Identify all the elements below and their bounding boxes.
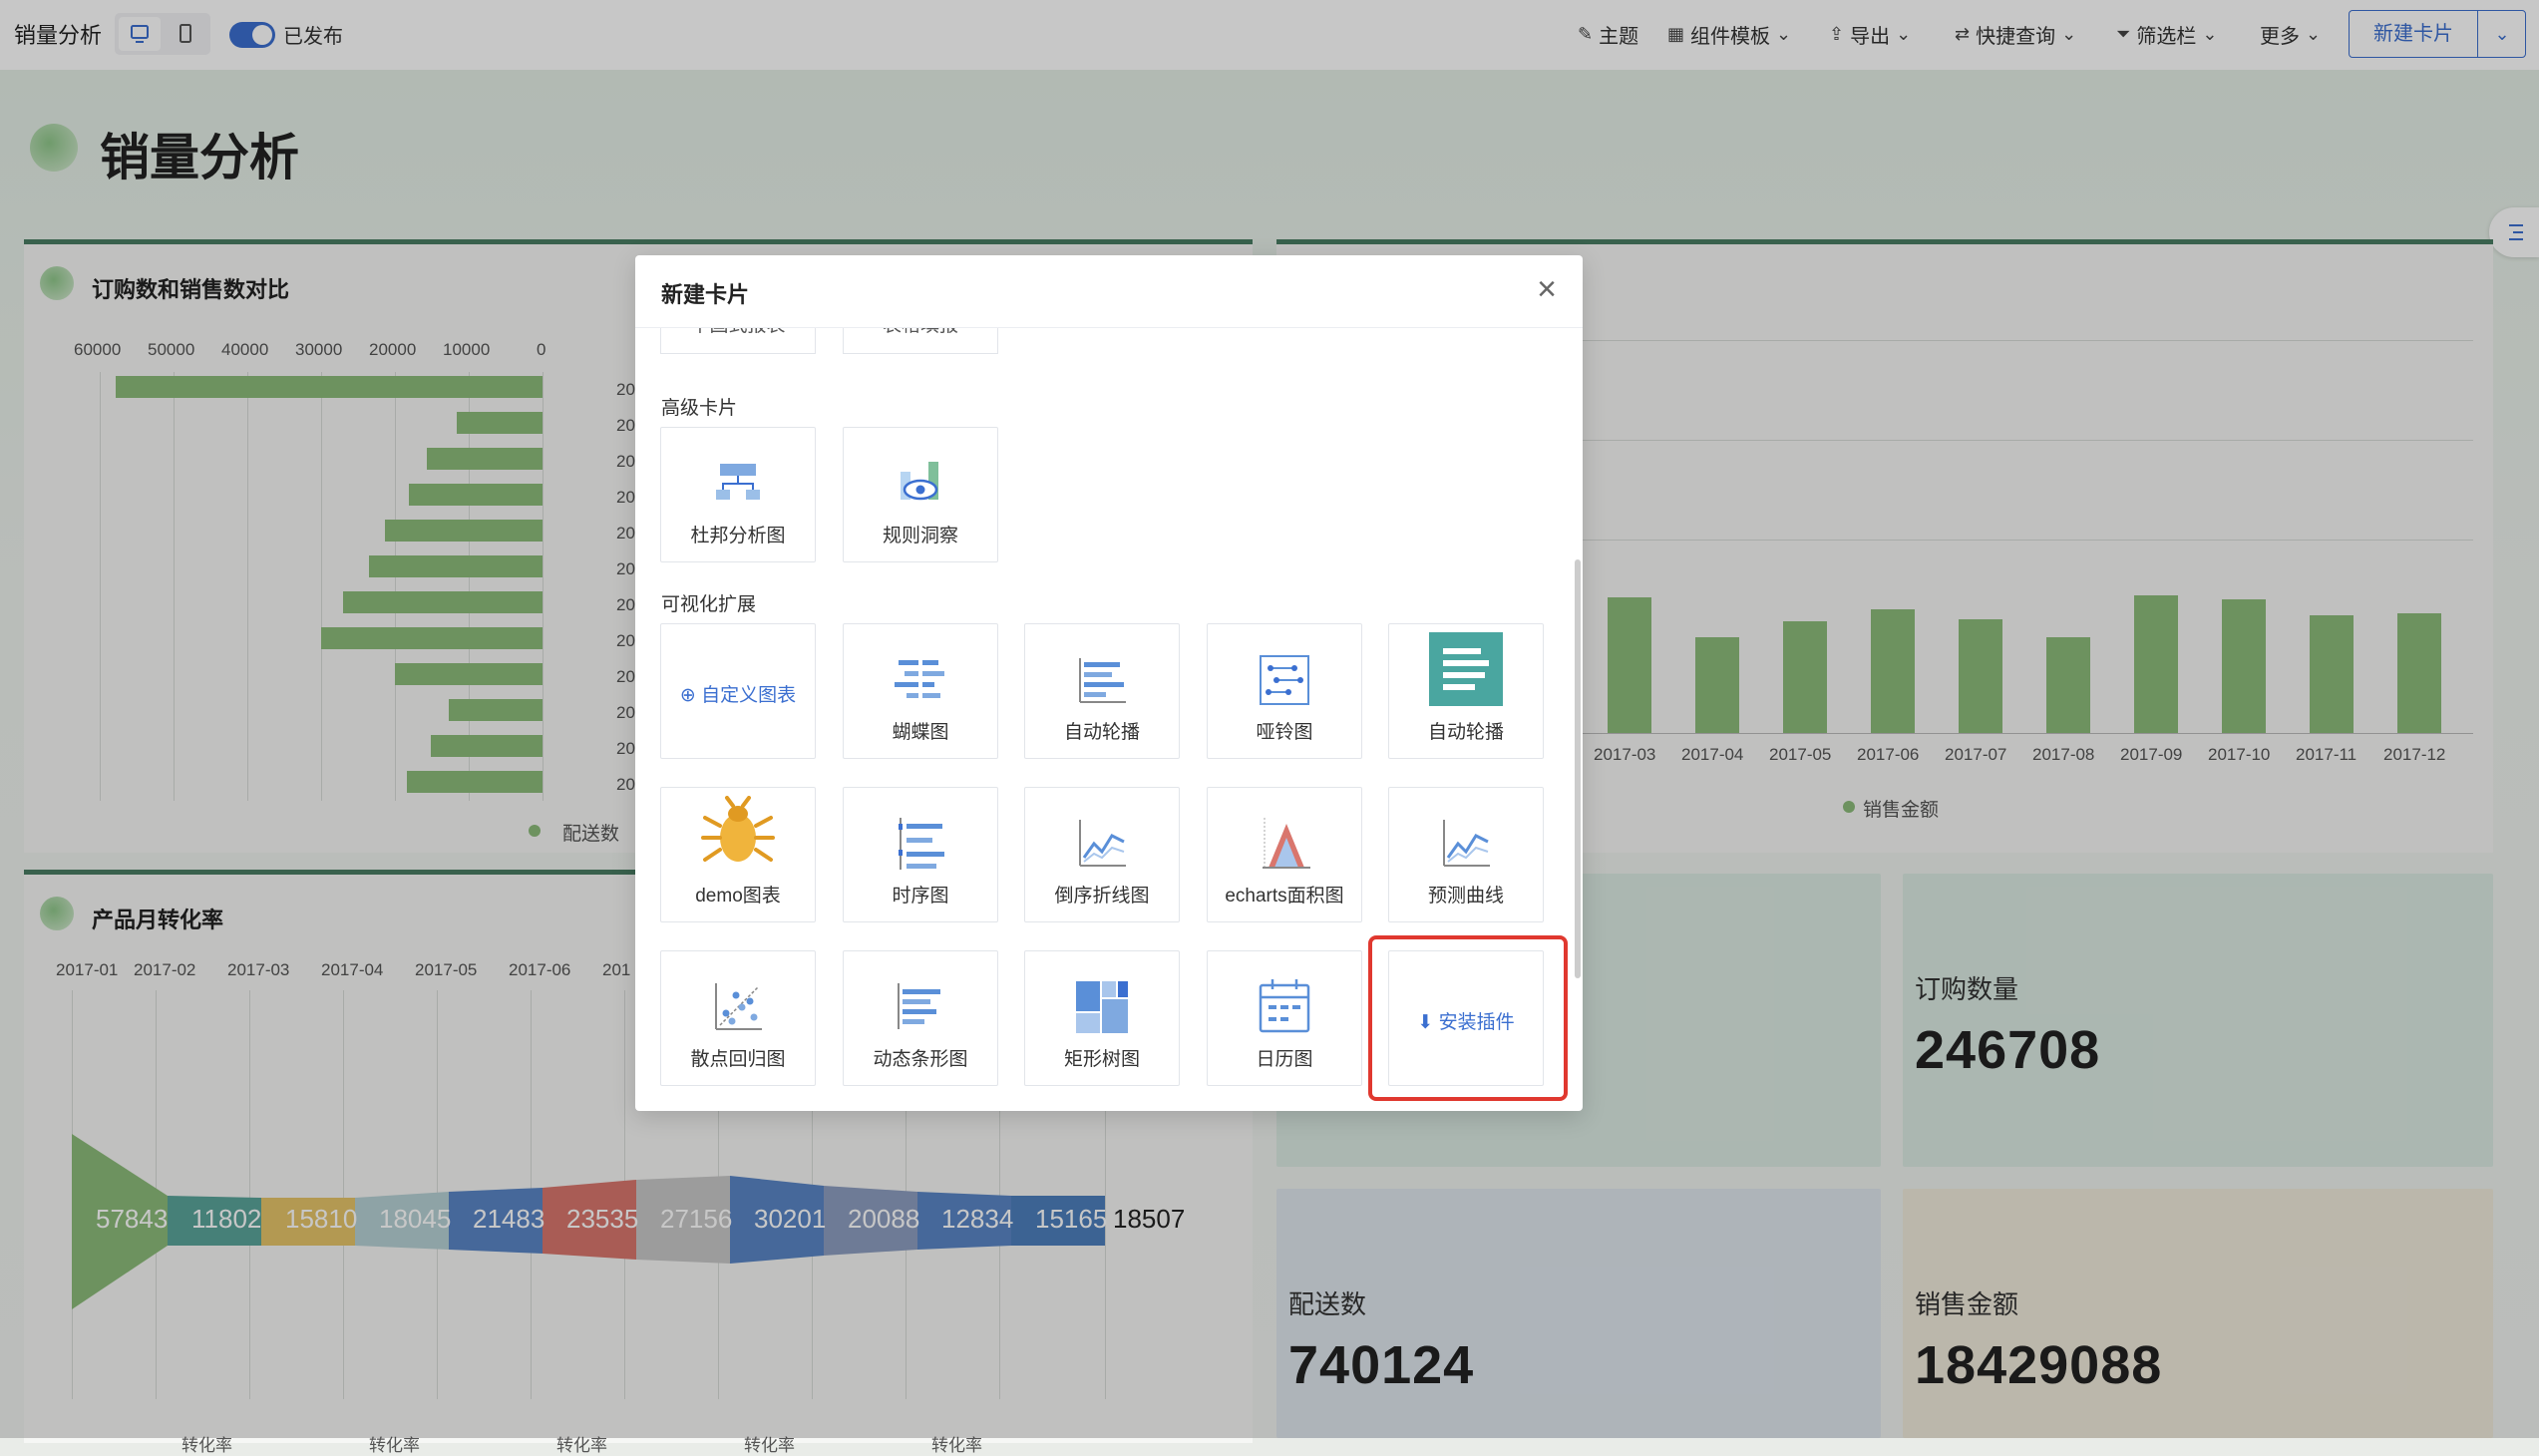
card-treemap[interactable]: 矩形树图 bbox=[1024, 950, 1180, 1086]
close-icon[interactable]: × bbox=[1537, 271, 1557, 307]
card-timeline[interactable]: 时序图 bbox=[843, 787, 998, 922]
card-custom-chart[interactable]: ⊕ 自定义图表 bbox=[660, 623, 816, 759]
card-dupont[interactable]: 杜邦分析图 bbox=[660, 427, 816, 562]
area-chart-icon bbox=[1263, 818, 1310, 869]
card-scatter-regression[interactable]: 散点回归图 bbox=[660, 950, 816, 1086]
calendar-icon bbox=[1259, 979, 1310, 1033]
dynamic-bar-icon bbox=[898, 983, 940, 1029]
card-form-fill[interactable]: 表格填报 bbox=[843, 328, 998, 354]
scatter-regression-icon bbox=[715, 983, 762, 1030]
timeline-icon bbox=[899, 818, 944, 870]
plus-circle-icon: ⊕ bbox=[679, 685, 702, 706]
carousel-teal-icon bbox=[1429, 632, 1503, 706]
card-dynamic-bar[interactable]: 动态条形图 bbox=[843, 950, 998, 1086]
card-dumbbell[interactable]: 哑铃图 bbox=[1207, 623, 1362, 759]
section-title: 高级卡片 bbox=[661, 398, 738, 419]
modal-title: 新建卡片 bbox=[661, 282, 750, 307]
card-demo-chart[interactable]: demo图表 bbox=[660, 787, 816, 922]
modal-scrollbar[interactable] bbox=[1575, 559, 1581, 978]
card-forecast-curve[interactable]: 预测曲线 bbox=[1388, 787, 1544, 922]
dupont-icon bbox=[716, 464, 760, 500]
card-auto-carousel[interactable]: 自动轮播 bbox=[1024, 623, 1180, 759]
dumbbell-chart-icon bbox=[1260, 655, 1309, 705]
card-auto-carousel-2[interactable]: 自动轮播 bbox=[1388, 623, 1544, 759]
line-chart-icon bbox=[1079, 820, 1126, 867]
forecast-curve-icon bbox=[1443, 820, 1490, 867]
carousel-icon bbox=[1079, 658, 1126, 703]
install-plugin-highlight bbox=[1368, 935, 1568, 1101]
card-chinese-report[interactable]: 中国式报表 bbox=[660, 328, 816, 354]
card-echarts-area[interactable]: echarts面积图 bbox=[1207, 787, 1362, 922]
card-butterfly[interactable]: 蝴蝶图 bbox=[843, 623, 998, 759]
card-rule-insight[interactable]: 规则洞察 bbox=[843, 427, 998, 562]
section-title: 可视化扩展 bbox=[661, 594, 757, 615]
treemap-icon bbox=[1076, 981, 1128, 1033]
modal-header: 新建卡片 × bbox=[635, 255, 1583, 328]
bug-icon bbox=[701, 796, 775, 862]
rule-insight-icon bbox=[901, 462, 938, 501]
card-reverse-line[interactable]: 倒序折线图 bbox=[1024, 787, 1180, 922]
butterfly-chart-icon bbox=[895, 660, 944, 698]
card-calendar[interactable]: 日历图 bbox=[1207, 950, 1362, 1086]
